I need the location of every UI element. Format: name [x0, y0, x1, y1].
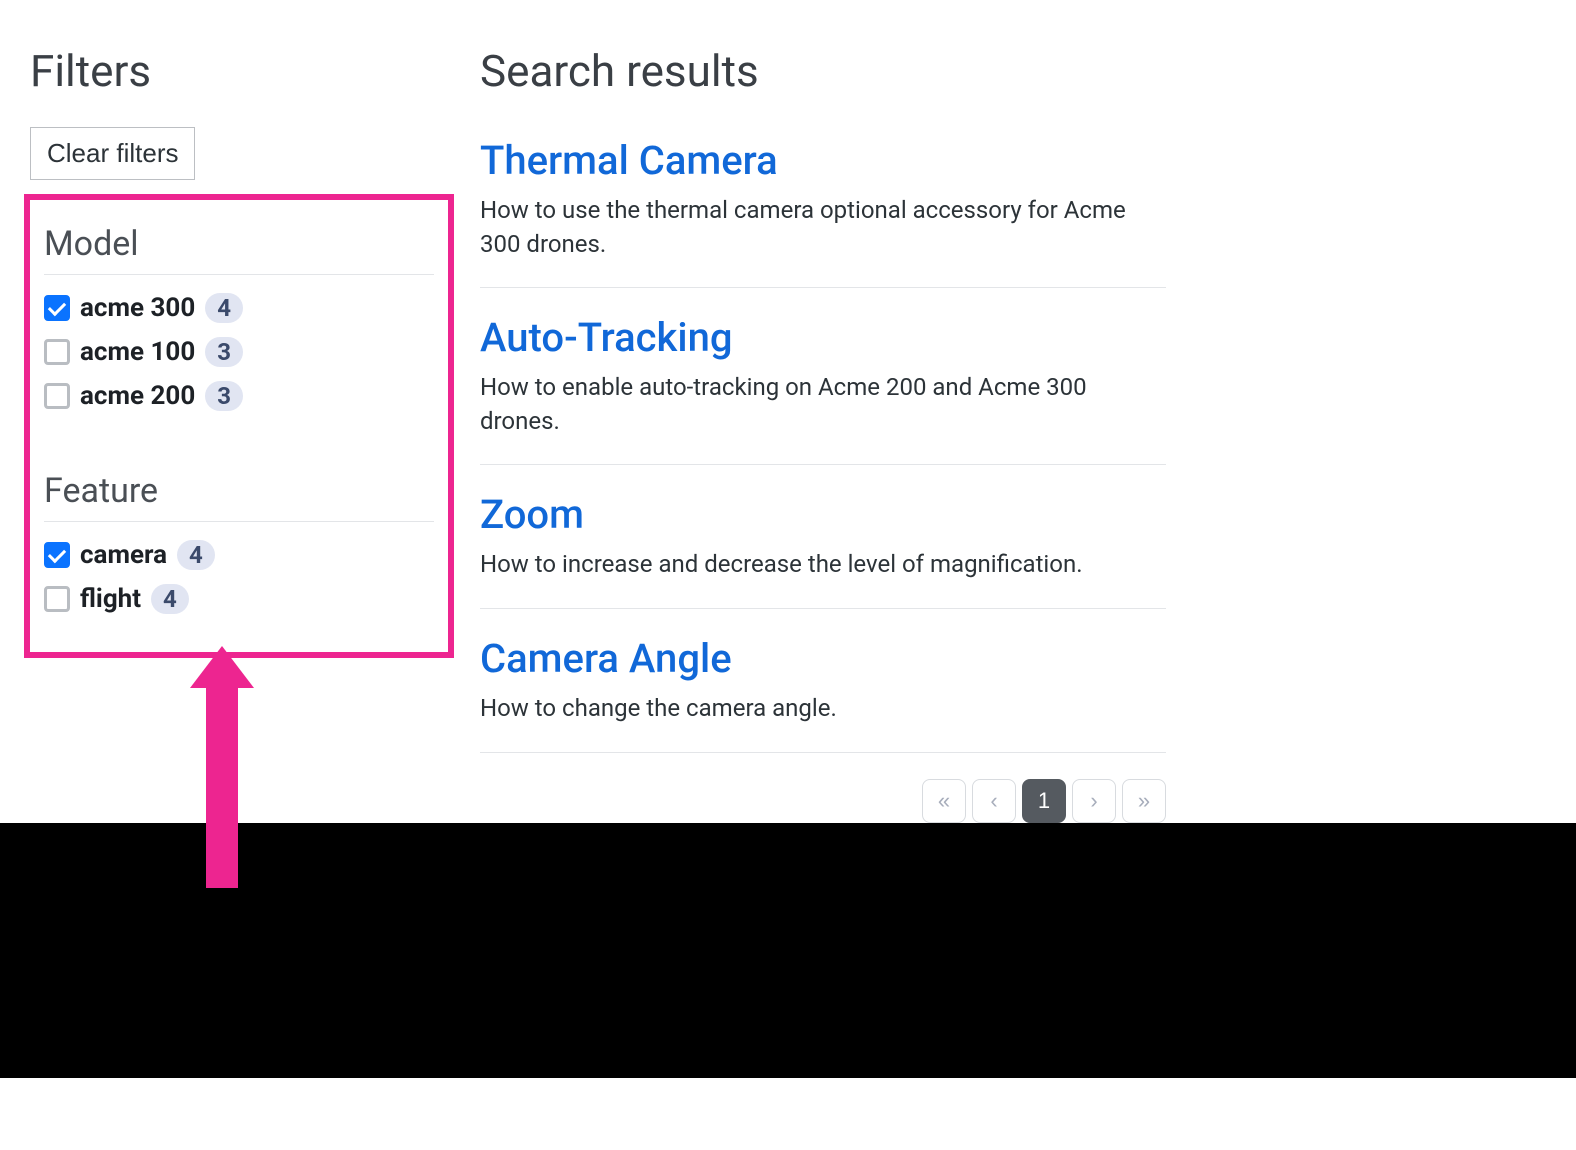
facets-highlight-box: Model acme 300 4 acme 100 3 acme 200 3: [24, 194, 454, 658]
result-link[interactable]: Zoom: [480, 491, 1166, 538]
pagination-prev-button[interactable]: ‹: [972, 779, 1016, 823]
facet-label: acme 200: [80, 381, 195, 411]
facet-item-flight[interactable]: flight 4: [44, 584, 434, 614]
result-description: How to enable auto-tracking on Acme 200 …: [480, 371, 1166, 438]
search-result: Zoom How to increase and decrease the le…: [480, 491, 1166, 609]
facet-label: acme 300: [80, 293, 195, 323]
checkbox-checked-icon[interactable]: [44, 295, 70, 321]
facet-count-badge: 3: [205, 337, 243, 367]
facet-count-badge: 4: [205, 293, 243, 323]
filters-heading: Filters: [30, 45, 450, 97]
facet-label: acme 100: [80, 337, 195, 367]
facet-item-acme-300[interactable]: acme 300 4: [44, 293, 434, 323]
search-result: Auto-Tracking How to enable auto-trackin…: [480, 314, 1166, 465]
checkbox-checked-icon[interactable]: [44, 542, 70, 568]
results-heading: Search results: [480, 45, 1166, 97]
result-link[interactable]: Thermal Camera: [480, 137, 1166, 184]
filters-sidebar: Filters Clear filters Model acme 300 4 a…: [30, 45, 450, 823]
facet-item-acme-200[interactable]: acme 200 3: [44, 381, 434, 411]
facet-count-badge: 3: [205, 381, 243, 411]
facet-group-title: Model: [44, 224, 434, 275]
checkbox-unchecked-icon[interactable]: [44, 339, 70, 365]
pagination-first-button[interactable]: «: [922, 779, 966, 823]
result-description: How to use the thermal camera optional a…: [480, 194, 1166, 261]
result-link[interactable]: Auto-Tracking: [480, 314, 1166, 361]
facet-group-feature: Feature camera 4 flight 4: [44, 471, 434, 614]
pagination-page-button[interactable]: 1: [1022, 779, 1066, 823]
clear-filters-button[interactable]: Clear filters: [30, 127, 195, 180]
facet-group-model: Model acme 300 4 acme 100 3 acme 200 3: [44, 224, 434, 411]
facet-label: flight: [80, 584, 141, 614]
checkbox-unchecked-icon[interactable]: [44, 383, 70, 409]
facet-label: camera: [80, 540, 167, 570]
pagination-last-button[interactable]: »: [1122, 779, 1166, 823]
pagination-next-button[interactable]: ›: [1072, 779, 1116, 823]
pagination: « ‹ 1 › »: [480, 779, 1166, 823]
checkbox-unchecked-icon[interactable]: [44, 586, 70, 612]
result-description: How to increase and decrease the level o…: [480, 548, 1166, 582]
facet-count-badge: 4: [177, 540, 215, 570]
facet-group-title: Feature: [44, 471, 434, 522]
facet-count-badge: 4: [151, 584, 189, 614]
search-result: Thermal Camera How to use the thermal ca…: [480, 137, 1166, 288]
facet-item-camera[interactable]: camera 4: [44, 540, 434, 570]
result-description: How to change the camera angle.: [480, 692, 1166, 726]
search-results-main: Search results Thermal Camera How to use…: [480, 45, 1546, 823]
annotation-arrow-icon: [190, 646, 254, 888]
search-result: Camera Angle How to change the camera an…: [480, 635, 1166, 753]
facet-item-acme-100[interactable]: acme 100 3: [44, 337, 434, 367]
result-link[interactable]: Camera Angle: [480, 635, 1166, 682]
